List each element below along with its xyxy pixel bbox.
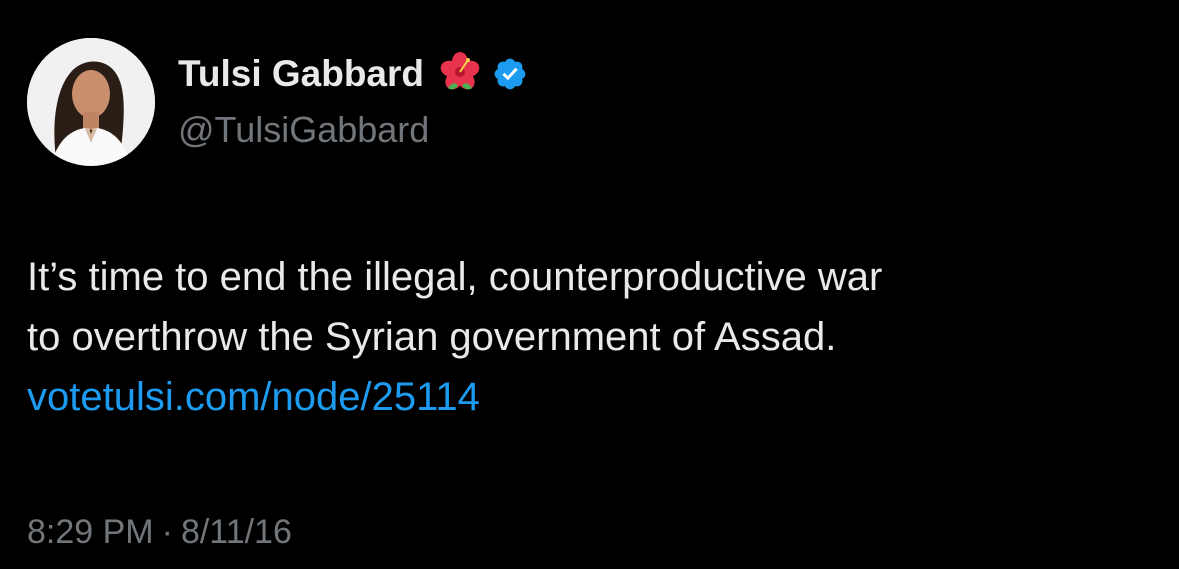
tweet-date: 8/11/16 (180, 513, 292, 551)
avatar[interactable] (27, 38, 155, 166)
tweet-text-line-1: It’s time to end the illegal, counterpro… (27, 255, 883, 299)
tweet-timestamp[interactable]: 8:29 PM · 8/11/16 (27, 510, 292, 554)
meta-separator: · (161, 513, 173, 551)
author-handle[interactable]: @TulsiGabbard (178, 108, 429, 152)
tweet-card: Tulsi Gabbard @TulsiGabbard It’s time to… (0, 0, 1179, 569)
display-name[interactable]: Tulsi Gabbard (178, 52, 424, 96)
tweet-text-line-2: to overthrow the Syrian government of As… (27, 315, 837, 359)
tweet-time: 8:29 PM (27, 513, 154, 551)
author-name-row: Tulsi Gabbard (178, 52, 528, 96)
tweet-link[interactable]: votetulsi.com/node/25114 (27, 367, 1157, 427)
hibiscus-icon (438, 52, 482, 96)
verified-badge-icon[interactable] (492, 56, 528, 92)
avatar-photo (27, 38, 155, 166)
tweet-body: It’s time to end the illegal, counterpro… (27, 247, 1157, 427)
